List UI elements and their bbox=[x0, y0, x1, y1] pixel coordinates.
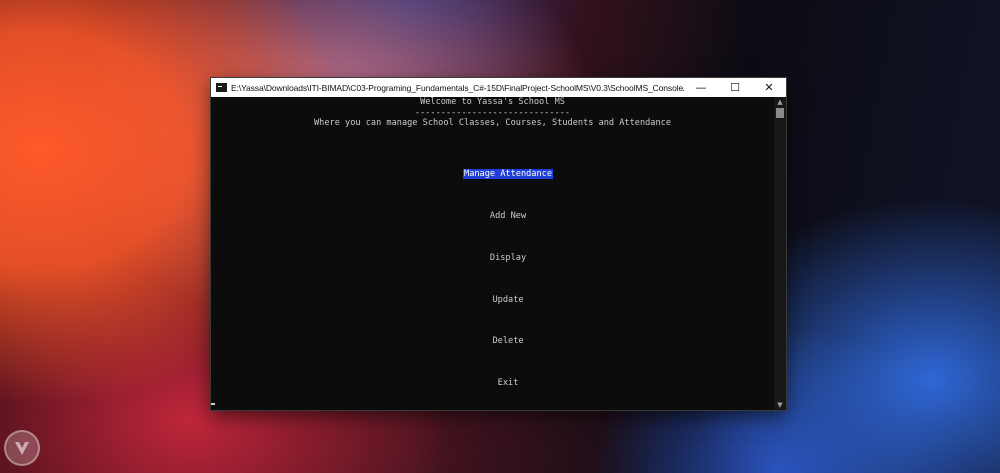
window-title: E:\Yassa\Downloads\ITI-BIMAD\C03-Program… bbox=[231, 82, 684, 93]
menu-item-label: Add New bbox=[489, 211, 527, 221]
menu-item-manage-attendance[interactable]: Manage Attendance bbox=[211, 159, 774, 189]
menu-item-label: Display bbox=[489, 253, 527, 263]
header-divider: ------------------------------ bbox=[414, 108, 571, 118]
menu-item-label: Exit bbox=[497, 378, 519, 388]
header-title: Welcome to Yassa's School MS bbox=[420, 97, 565, 107]
header-subtitle: Where you can manage School Classes, Cou… bbox=[314, 118, 671, 128]
menu-item-label: Update bbox=[492, 295, 524, 305]
vertical-scrollbar[interactable]: ▲ ▼ bbox=[774, 97, 786, 410]
console-window[interactable]: E:\Yassa\Downloads\ITI-BIMAD\C03-Program… bbox=[211, 78, 786, 410]
text-cursor bbox=[211, 403, 215, 405]
menu-item-display[interactable]: Display bbox=[211, 243, 774, 273]
watermark-logo-icon bbox=[4, 430, 40, 466]
console-output[interactable]: Welcome to Yassa's School MS -----------… bbox=[211, 97, 774, 410]
menu-item-update[interactable]: Update bbox=[211, 285, 774, 315]
console-app-icon bbox=[216, 83, 227, 92]
menu-item-delete[interactable]: Delete bbox=[211, 326, 774, 356]
chevron-down-icon[interactable]: ▼ bbox=[774, 400, 786, 410]
scrollbar-thumb[interactable] bbox=[776, 108, 784, 118]
window-controls: — ☐ ✕ bbox=[684, 78, 786, 97]
close-button[interactable]: ✕ bbox=[752, 78, 786, 97]
title-bar[interactable]: E:\Yassa\Downloads\ITI-BIMAD\C03-Program… bbox=[211, 78, 786, 97]
chevron-up-icon[interactable]: ▲ bbox=[774, 97, 786, 107]
maximize-button[interactable]: ☐ bbox=[718, 78, 752, 97]
menu-item-add-new[interactable]: Add New bbox=[211, 201, 774, 231]
minimize-button[interactable]: — bbox=[684, 78, 718, 97]
menu-item-exit[interactable]: Exit bbox=[211, 368, 774, 398]
menu-item-label: Manage Attendance bbox=[463, 169, 553, 179]
menu-item-label: Delete bbox=[492, 336, 524, 346]
